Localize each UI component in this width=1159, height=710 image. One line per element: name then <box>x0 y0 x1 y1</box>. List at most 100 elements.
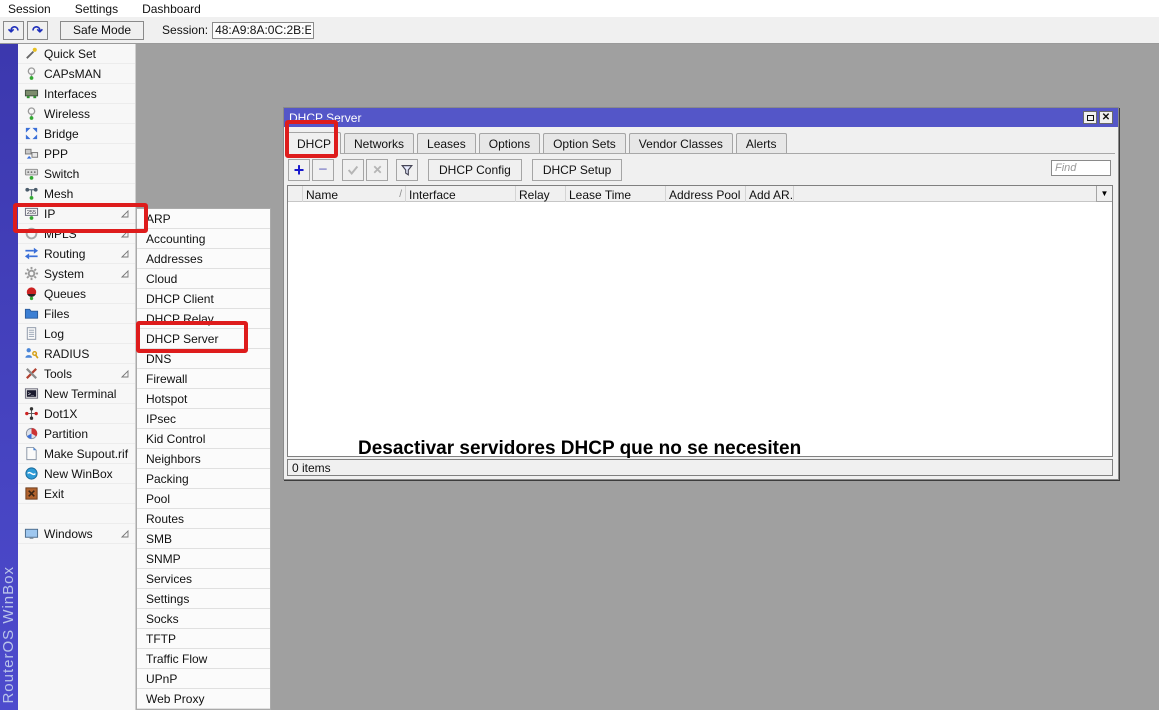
window-titlebar[interactable]: DHCP Server ✕ <box>284 108 1118 127</box>
disable-button[interactable] <box>366 159 388 181</box>
header-name[interactable]: Name/ <box>303 186 406 202</box>
submenu-arrow-icon <box>119 268 131 280</box>
sidebar-item-bridge[interactable]: Bridge <box>18 124 135 144</box>
redo-button[interactable]: ↷ <box>27 21 48 40</box>
submenu-item-dns[interactable]: DNS <box>137 349 270 369</box>
sidebar: Quick Set CAPsMAN Interfaces Wireless Br… <box>18 44 136 710</box>
submenu-item-snmp[interactable]: SNMP <box>137 549 270 569</box>
table-header: Name/ Interface Relay Lease Time Address… <box>288 186 1112 202</box>
submenu-item-tftp[interactable]: TFTP <box>137 629 270 649</box>
dot1x-icon <box>24 406 39 421</box>
sidebar-item-radius[interactable]: RADIUS <box>18 344 135 364</box>
submenu-item-hotspot[interactable]: Hotspot <box>137 389 270 409</box>
submenu-item-dhcp-server[interactable]: DHCP Server <box>137 329 270 349</box>
dropdown-icon: ▼ <box>1101 189 1109 198</box>
sort-ascending-icon: / <box>399 189 402 200</box>
menu-dashboard[interactable]: Dashboard <box>142 2 201 16</box>
submenu-item-upnp[interactable]: UPnP <box>137 669 270 689</box>
submenu-item-firewall[interactable]: Firewall <box>137 369 270 389</box>
sidebar-item-ip[interactable]: 255 IP <box>18 204 135 224</box>
sidebar-item-windows[interactable]: Windows <box>18 524 135 544</box>
submenu-item-accounting[interactable]: Accounting <box>137 229 270 249</box>
sidebar-item-log[interactable]: Log <box>18 324 135 344</box>
dhcp-setup-button[interactable]: DHCP Setup <box>532 159 622 181</box>
ip-submenu: ARP Accounting Addresses Cloud DHCP Clie… <box>136 208 271 710</box>
submenu-item-packing[interactable]: Packing <box>137 469 270 489</box>
items-count: 0 items <box>292 461 331 475</box>
sidebar-item-exit[interactable]: Exit <box>18 484 135 504</box>
close-icon: ✕ <box>1102 113 1110 123</box>
submenu-item-neighbors[interactable]: Neighbors <box>137 449 270 469</box>
session-id-field[interactable] <box>212 22 314 39</box>
tab-leases[interactable]: Leases <box>417 133 476 153</box>
header-lease-time[interactable]: Lease Time <box>566 186 666 202</box>
maximize-button[interactable] <box>1083 111 1097 124</box>
tab-options[interactable]: Options <box>479 133 540 153</box>
filter-button[interactable] <box>396 159 418 181</box>
check-icon <box>346 163 360 177</box>
tab-vendor-classes[interactable]: Vendor Classes <box>629 133 733 153</box>
safe-mode-button[interactable]: Safe Mode <box>60 21 144 40</box>
submenu-item-ipsec[interactable]: IPsec <box>137 409 270 429</box>
app-menubar: Session Settings Dashboard <box>0 0 1159 17</box>
submenu-item-dhcp-relay[interactable]: DHCP Relay <box>137 309 270 329</box>
header-interface[interactable]: Interface <box>406 186 516 202</box>
sidebar-item-capsman[interactable]: CAPsMAN <box>18 64 135 84</box>
column-selector-button[interactable]: ▼ <box>1096 186 1112 202</box>
add-button[interactable]: + <box>288 159 310 181</box>
sidebar-item-system[interactable]: System <box>18 264 135 284</box>
submenu-item-cloud[interactable]: Cloud <box>137 269 270 289</box>
submenu-item-pool[interactable]: Pool <box>137 489 270 509</box>
sidebar-item-tools[interactable]: Tools <box>18 364 135 384</box>
files-icon <box>24 306 39 321</box>
submenu-item-settings[interactable]: Settings <box>137 589 270 609</box>
tab-dhcp[interactable]: DHCP <box>287 132 341 154</box>
submenu-item-smb[interactable]: SMB <box>137 529 270 549</box>
svg-text:255: 255 <box>27 210 36 216</box>
mesh-icon <box>24 186 39 201</box>
submenu-item-kid-control[interactable]: Kid Control <box>137 429 270 449</box>
cross-icon <box>371 163 384 176</box>
close-button[interactable]: ✕ <box>1099 111 1113 124</box>
sidebar-item-switch[interactable]: Switch <box>18 164 135 184</box>
sidebar-item-quick-set[interactable]: Quick Set <box>18 44 135 64</box>
sidebar-item-wireless[interactable]: Wireless <box>18 104 135 124</box>
dhcp-config-button[interactable]: DHCP Config <box>428 159 522 181</box>
wireless-icon <box>24 106 39 121</box>
tab-networks[interactable]: Networks <box>344 133 414 153</box>
sidebar-item-partition[interactable]: Partition <box>18 424 135 444</box>
remove-button[interactable]: − <box>312 159 334 181</box>
submenu-item-dhcp-client[interactable]: DHCP Client <box>137 289 270 309</box>
header-add-arp[interactable]: Add AR... <box>746 186 794 202</box>
sidebar-item-new-terminal[interactable]: >_ New Terminal <box>18 384 135 404</box>
submenu-item-web-proxy[interactable]: Web Proxy <box>137 689 270 709</box>
sidebar-item-ppp[interactable]: PPP <box>18 144 135 164</box>
sidebar-item-queues[interactable]: Queues <box>18 284 135 304</box>
sidebar-item-mpls[interactable]: MPLS <box>18 224 135 244</box>
tab-option-sets[interactable]: Option Sets <box>543 133 626 153</box>
sidebar-item-interfaces[interactable]: Interfaces <box>18 84 135 104</box>
enable-button[interactable] <box>342 159 364 181</box>
sidebar-item-dot1x[interactable]: Dot1X <box>18 404 135 424</box>
menu-session[interactable]: Session <box>8 2 51 16</box>
sidebar-item-new-winbox[interactable]: New WinBox <box>18 464 135 484</box>
header-relay[interactable]: Relay <box>516 186 566 202</box>
find-input[interactable] <box>1051 160 1111 176</box>
header-address-pool[interactable]: Address Pool <box>666 186 746 202</box>
submenu-item-services[interactable]: Services <box>137 569 270 589</box>
windows-icon <box>24 526 39 541</box>
sidebar-item-routing[interactable]: Routing <box>18 244 135 264</box>
submenu-arrow-icon <box>119 528 131 540</box>
sidebar-item-make-supout[interactable]: Make Supout.rif <box>18 444 135 464</box>
submenu-item-routes[interactable]: Routes <box>137 509 270 529</box>
session-toolbar: ↶ ↷ Safe Mode Session: <box>0 17 1159 44</box>
submenu-item-traffic-flow[interactable]: Traffic Flow <box>137 649 270 669</box>
tab-alerts[interactable]: Alerts <box>736 133 787 153</box>
menu-settings[interactable]: Settings <box>75 2 118 16</box>
sidebar-item-files[interactable]: Files <box>18 304 135 324</box>
undo-button[interactable]: ↶ <box>3 21 24 40</box>
submenu-item-addresses[interactable]: Addresses <box>137 249 270 269</box>
submenu-item-arp[interactable]: ARP <box>137 209 270 229</box>
sidebar-item-mesh[interactable]: Mesh <box>18 184 135 204</box>
submenu-item-socks[interactable]: Socks <box>137 609 270 629</box>
